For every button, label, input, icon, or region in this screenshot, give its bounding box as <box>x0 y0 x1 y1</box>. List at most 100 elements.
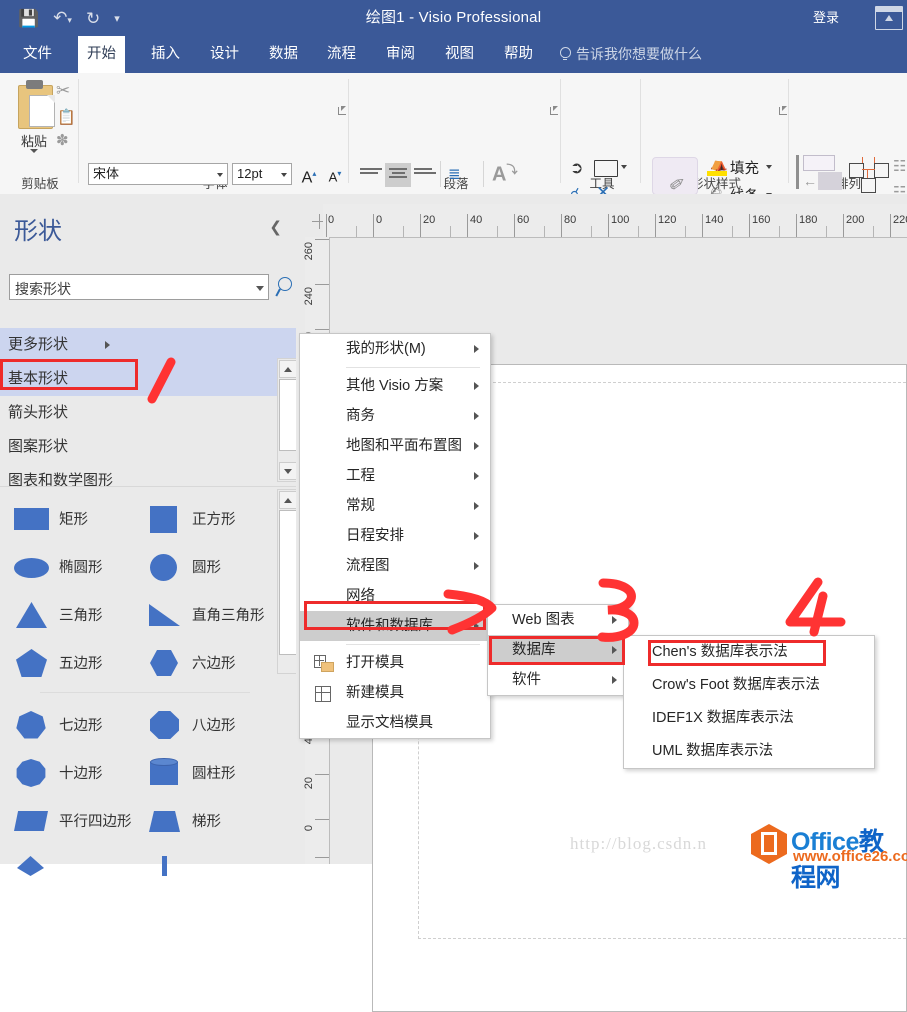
group-icon[interactable]: ☷ <box>893 157 906 175</box>
menu-item-network[interactable]: 网络 <box>300 581 490 611</box>
shape-item-heptagon[interactable]: 七边形 <box>14 700 134 748</box>
shape-item-partial-b[interactable] <box>147 844 267 892</box>
menu-item-label: Chen's 数据库表示法 <box>652 644 788 660</box>
gallery-scrollbar[interactable] <box>277 489 297 674</box>
text-direction-icon[interactable]: A⤵ <box>492 161 517 187</box>
fill-bucket-icon[interactable]: ⛺ <box>710 155 727 172</box>
category-basic-shapes[interactable]: 基本形状 <box>0 362 296 396</box>
fill-arrow[interactable] <box>766 165 772 169</box>
scroll-up-button[interactable] <box>279 360 297 378</box>
h-ruler-label: 220 <box>893 214 907 226</box>
tab-help[interactable]: 帮助 <box>495 36 542 73</box>
tab-insert[interactable]: 插入 <box>142 36 189 73</box>
shape-item-trapezoid[interactable]: 梯形 <box>147 796 267 844</box>
menu-item-other-visio-solutions[interactable]: 其他 Visio 方案 <box>300 371 490 401</box>
category-scrollbar[interactable] <box>277 358 297 482</box>
position-icon[interactable] <box>849 157 891 193</box>
tab-view[interactable]: 视图 <box>436 36 483 73</box>
category-more-shapes[interactable]: 更多形状 <box>0 328 296 362</box>
menu-item-business[interactable]: 商务 <box>300 401 490 431</box>
rectangle-tool-icon[interactable] <box>594 160 618 177</box>
tab-process[interactable]: 流程 <box>318 36 365 73</box>
menu-item-my-shapes[interactable]: 我的形状(M) <box>300 334 490 364</box>
menu-item-show-document-stencil[interactable]: 显示文档模具 <box>300 708 490 738</box>
arrange-bar <box>796 155 799 189</box>
category-arrow-shapes[interactable]: 箭头形状 <box>0 396 296 430</box>
shape-label: 正方形 <box>192 511 236 528</box>
scroll-down-button[interactable] <box>279 462 297 480</box>
ribbon-display-options-icon[interactable] <box>875 6 903 30</box>
shape-item-decagon[interactable]: 十边形 <box>14 748 134 796</box>
menu-item-flowchart[interactable]: 流程图 <box>300 551 490 581</box>
tab-design[interactable]: 设计 <box>201 36 248 73</box>
grow-font-button[interactable]: A▴ <box>298 163 320 186</box>
shape-item-parallelogram[interactable]: 平行四边形 <box>14 796 146 844</box>
h-ruler-label: 140 <box>705 214 724 226</box>
bullets-icon[interactable]: ≣ <box>448 165 461 183</box>
menu-item-chens-notation[interactable]: Chen's 数据库表示法 <box>624 636 874 669</box>
chevron-right-icon <box>474 502 479 510</box>
shape-item-octagon[interactable]: 八边形 <box>147 700 267 748</box>
menu-item-database[interactable]: 数据库 <box>488 635 628 665</box>
shape-item-rectangle[interactable]: 矩形 <box>14 494 134 542</box>
menu-item-general[interactable]: 常规 <box>300 491 490 521</box>
menu-item-new-stencil[interactable]: 新建模具 <box>300 678 490 708</box>
shape-item-hexagon[interactable]: 六边形 <box>147 638 267 686</box>
gallery-scroll-up-button[interactable] <box>279 491 297 509</box>
font-dialog-launcher[interactable] <box>337 105 348 116</box>
scissors-icon[interactable]: ✂ <box>56 81 70 101</box>
pointer-tool-icon[interactable]: ➲ <box>570 158 583 178</box>
copy-icon[interactable]: 📋 <box>57 108 76 126</box>
menu-item-open-stencil[interactable]: 打开模具 <box>300 648 490 678</box>
shape-item-partial-a[interactable] <box>14 844 134 892</box>
menu-item-software[interactable]: 软件 <box>488 665 628 695</box>
shape-item-right-triangle[interactable]: 直角三角形 <box>147 590 277 638</box>
menu-item-software-and-database[interactable]: 软件和数据库 <box>300 611 490 641</box>
tab-home[interactable]: 开始 <box>78 36 125 73</box>
align-top-icon[interactable] <box>360 168 382 176</box>
menu-item-crows-foot-notation[interactable]: Crow's Foot 数据库表示法 <box>624 669 874 702</box>
search-input[interactable]: 搜索形状 <box>9 274 269 300</box>
shape-label: 五边形 <box>59 655 103 672</box>
gallery-scroll-thumb[interactable] <box>279 510 297 655</box>
menu-item-maps-floorplans[interactable]: 地图和平面布置图 <box>300 431 490 461</box>
menu-item-web-diagram[interactable]: Web 图表 <box>488 605 628 635</box>
collapse-panel-icon[interactable]: ❮ <box>269 218 282 236</box>
paste-icon[interactable] <box>12 79 58 131</box>
paragraph-dialog-launcher[interactable] <box>549 105 560 116</box>
horizontal-ruler[interactable]: 0 0 20 40 60 80 100 120 140 160 180 200 … <box>323 204 907 238</box>
shape-item-cylinder[interactable]: 圆柱形 <box>147 748 267 796</box>
font-name-input[interactable]: 宋体 <box>88 163 228 185</box>
tab-file[interactable]: 文件 <box>14 36 61 73</box>
group-divider <box>348 79 349 183</box>
align-middle-icon[interactable] <box>385 163 411 187</box>
format-painter-icon[interactable]: ✽ <box>56 131 69 149</box>
search-icon[interactable] <box>275 277 295 297</box>
cylinder-icon <box>147 758 182 786</box>
category-pattern-shapes[interactable]: 图案形状 <box>0 430 296 464</box>
shape-item-circle[interactable]: 圆形 <box>147 542 267 590</box>
scroll-thumb[interactable] <box>279 379 297 451</box>
tab-data[interactable]: 数据 <box>260 36 307 73</box>
shape-item-pentagon[interactable]: 五边形 <box>14 638 134 686</box>
square-icon <box>147 504 182 533</box>
rectangle-tool-arrow[interactable] <box>621 165 627 169</box>
tell-me-box[interactable]: 告诉我你想要做什么 <box>558 36 702 73</box>
menu-item-uml-notation[interactable]: UML 数据库表示法 <box>624 735 874 768</box>
sign-in-link[interactable]: 登录 <box>813 0 839 36</box>
tell-me-label: 告诉我你想要做什么 <box>576 46 702 62</box>
menu-item-idef1x-notation[interactable]: IDEF1X 数据库表示法 <box>624 702 874 735</box>
paste-dropdown-arrow[interactable] <box>30 149 38 153</box>
font-size-input[interactable]: 12pt <box>232 163 292 185</box>
search-dropdown-arrow[interactable] <box>256 286 264 291</box>
fill-label[interactable]: 填充 <box>730 157 759 178</box>
menu-item-engineering[interactable]: 工程 <box>300 461 490 491</box>
category-chart-math-shapes[interactable]: 图表和数学图形 <box>0 464 296 498</box>
shrink-font-button[interactable]: A▾ <box>324 163 346 185</box>
shape-item-ellipse[interactable]: 椭圆形 <box>14 542 134 590</box>
align-bottom-icon[interactable] <box>414 168 436 176</box>
shape-item-triangle[interactable]: 三角形 <box>14 590 134 638</box>
shape-item-square[interactable]: 正方形 <box>147 494 267 542</box>
menu-item-schedule[interactable]: 日程安排 <box>300 521 490 551</box>
tab-review[interactable]: 审阅 <box>377 36 424 73</box>
